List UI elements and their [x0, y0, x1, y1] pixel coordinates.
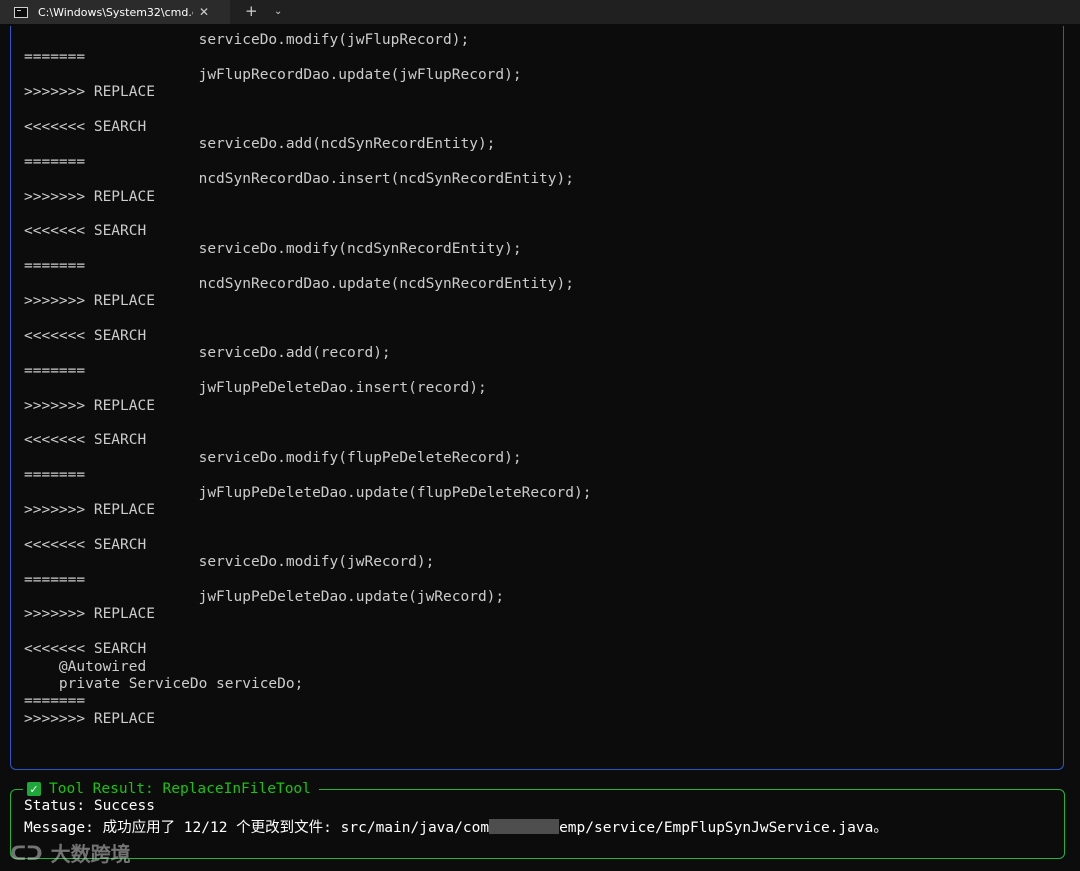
console-line: ncdSynRecordDao.update(ncdSynRecordEntit…: [24, 275, 574, 292]
redacted-block: [489, 819, 560, 834]
console-line: ncdSynRecordDao.insert(ncdSynRecordEntit…: [24, 171, 574, 188]
tool-result-header: ✓ Tool Result: ReplaceInFileTool: [23, 780, 319, 798]
message-path-start: 成功应用了 12/12 个更改到文件: src/main/java/com: [102, 820, 490, 836]
status-value: Success: [93, 798, 155, 814]
title-bar: C:\Windows\System32\cmd.exe ✕ + ⌄: [0, 0, 1080, 24]
message-label: Message:: [24, 820, 94, 836]
message-line: Message: 成功应用了 12/12 个更改到文件: src/main/ja…: [24, 816, 888, 837]
console-line: >>>>>>> REPLACE: [24, 188, 155, 205]
console-line: <<<<<<< SEARCH: [24, 641, 147, 658]
console-line: <<<<<<< SEARCH: [24, 432, 147, 449]
console-line: serviceDo.modify(jwFlupRecord);: [24, 32, 470, 48]
new-tab-button[interactable]: +: [245, 0, 258, 24]
console-output: serviceDo.modify(jwFlupRecord); ======= j…: [24, 32, 591, 728]
console-line: =======: [24, 49, 86, 66]
console-line: <<<<<<< SEARCH: [24, 119, 147, 136]
tab-cmd[interactable]: C:\Windows\System32\cmd.exe ✕: [0, 0, 230, 24]
message-path-end: emp/service/EmpFlupSynJwService.java。: [559, 820, 888, 836]
chevron-down-icon[interactable]: ⌄: [274, 0, 282, 24]
close-tab-icon[interactable]: ✕: [199, 5, 209, 19]
console-line: <<<<<<< SEARCH: [24, 536, 147, 553]
console-line: jwFlupPeDeleteDao.insert(record);: [24, 380, 487, 397]
console-line: jwFlupPeDeleteDao.update(jwRecord);: [24, 589, 505, 605]
console-line: <<<<<<< SEARCH: [24, 223, 147, 240]
console-line: @Autowired: [24, 658, 147, 675]
tab-title: C:\Windows\System32\cmd.exe: [38, 5, 193, 19]
console-line: jwFlupRecordDao.update(jwFlupRecord);: [24, 66, 522, 83]
console-line: >>>>>>> REPLACE: [24, 501, 155, 518]
console-line: >>>>>>> REPLACE: [24, 84, 155, 101]
console-line: =======: [24, 693, 86, 710]
console-line: >>>>>>> REPLACE: [24, 710, 155, 727]
terminal-icon: [14, 6, 28, 18]
console-line: >>>>>>> REPLACE: [24, 293, 155, 310]
console-line: serviceDo.modify(flupPeDeleteRecord);: [24, 449, 522, 466]
tool-result-title: Tool Result: ReplaceInFileTool: [49, 781, 311, 797]
console-line: serviceDo.modify(jwRecord);: [24, 554, 435, 571]
console-line: =======: [24, 153, 86, 170]
console-line: jwFlupPeDeleteDao.update(flupPeDeleteRec…: [24, 484, 592, 501]
watermark-text: 大数跨境: [50, 842, 131, 866]
watermark: ᑕᑐ 大数跨境: [10, 838, 131, 867]
console-line: =======: [24, 571, 86, 588]
console-line: >>>>>>> REPLACE: [24, 397, 155, 414]
console-line: =======: [24, 362, 86, 379]
console-line: serviceDo.add(record);: [24, 345, 391, 362]
console-line: =======: [24, 258, 86, 275]
watermark-logo: ᑕᑐ: [10, 840, 43, 865]
console-line: >>>>>>> REPLACE: [24, 606, 155, 623]
console-line: private ServiceDo serviceDo;: [24, 676, 304, 693]
status-label: Status:: [24, 798, 86, 814]
console-line: <<<<<<< SEARCH: [24, 327, 147, 344]
status-line: Status: Success: [24, 798, 155, 814]
console-line: =======: [24, 467, 86, 484]
console-line: serviceDo.modify(ncdSynRecordEntity);: [24, 240, 522, 257]
checkmark-icon: ✓: [27, 782, 41, 796]
console-line: serviceDo.add(ncdSynRecordEntity);: [24, 136, 496, 153]
